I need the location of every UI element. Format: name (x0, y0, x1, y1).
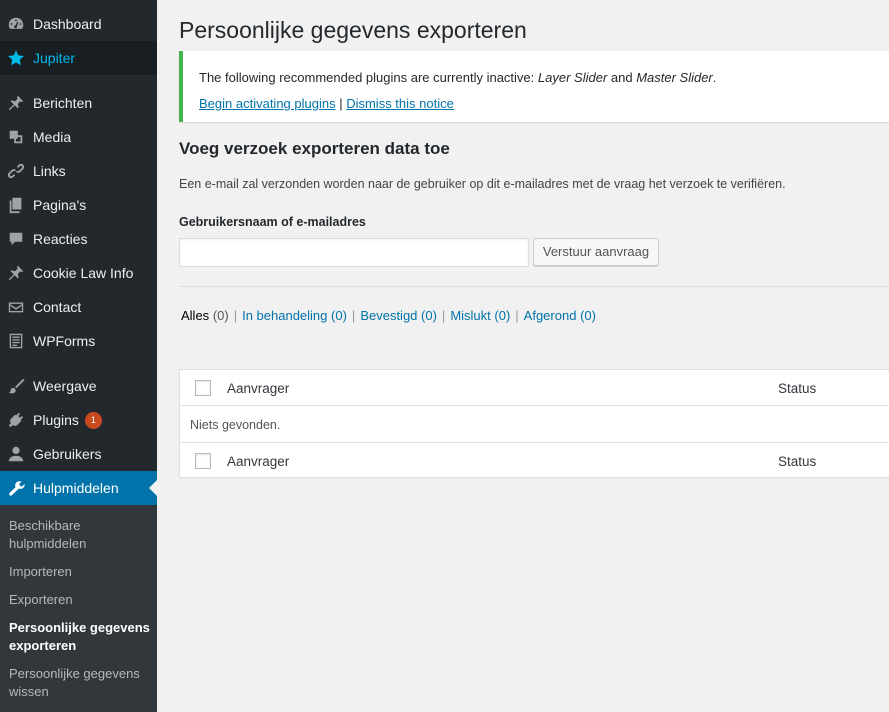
menu-label: Links (33, 163, 66, 179)
filter-completed[interactable]: Afgerond (0) (524, 308, 596, 323)
column-header-status: Status (778, 381, 817, 396)
wrench-icon (6, 478, 26, 498)
menu-label: Hulpmiddelen (33, 480, 119, 496)
notice-links: Begin activating plugins | Dismiss this … (199, 96, 454, 111)
add-export-request-heading: Voeg verzoek exporteren data toe (179, 139, 450, 158)
page-title: Persoonlijke gegevens exporteren (179, 17, 527, 43)
submenu-item-importeren[interactable]: Importeren (9, 563, 154, 581)
pages-icon (6, 195, 26, 215)
menu-item-gebruikers[interactable]: Gebruikers (0, 437, 157, 471)
menu-item-wpforms[interactable]: WPForms (0, 324, 157, 358)
menu-item-contact[interactable]: Contact (0, 290, 157, 324)
menu-label: Dashboard (33, 16, 102, 32)
username-email-label: Gebruikersnaam of e-mailadres (179, 215, 366, 229)
main-content: Persoonlijke gegevens exporteren The fol… (157, 0, 889, 712)
media-icon (6, 127, 26, 147)
plugin-update-count-badge: 1 (84, 411, 102, 429)
menu-item-cookie-law-info[interactable]: Cookie Law Info (0, 256, 157, 290)
menu-item-plugins[interactable]: Plugins 1 (0, 403, 157, 437)
star-icon (6, 48, 26, 68)
submenu-item-beschikbare-hulpmiddelen[interactable]: Beschikbare hulpmiddelen (9, 517, 154, 553)
submenu-item-exporteren[interactable]: Exporteren (9, 591, 154, 609)
menu-item-links[interactable]: Links (0, 154, 157, 188)
begin-activating-plugins-link[interactable]: Begin activating plugins (199, 96, 336, 111)
submenu-item-persoonlijke-gegevens-wissen[interactable]: Persoonlijke gegevens wissen (9, 665, 154, 701)
admin-sidebar: Dashboard Jupiter Berichten Media Links … (0, 0, 157, 712)
link-icon (6, 161, 26, 181)
menu-item-hulpmiddelen[interactable]: Hulpmiddelen (0, 471, 157, 505)
submenu-hulpmiddelen: Beschikbare hulpmiddelen Importeren Expo… (0, 505, 157, 712)
menu-label: Pagina's (33, 197, 87, 213)
menu-item-media[interactable]: Media (0, 120, 157, 154)
table-header-row: Aanvrager Status (180, 370, 889, 406)
mail-icon (6, 297, 26, 317)
select-all-checkbox[interactable] (195, 380, 211, 396)
column-header-requester[interactable]: Aanvrager (227, 381, 289, 396)
menu-label: Contact (33, 299, 82, 315)
menu-item-jupiter[interactable]: Jupiter (0, 41, 157, 75)
menu-label: Plugins (33, 412, 79, 428)
comments-icon (6, 229, 26, 249)
notice-plugin-master-slider: Master Slider (636, 70, 713, 85)
dismiss-notice-link[interactable]: Dismiss this notice (346, 96, 454, 111)
user-icon (6, 444, 26, 464)
send-request-button[interactable]: Verstuur aanvraag (533, 238, 659, 266)
menu-label: Jupiter (33, 50, 76, 66)
brush-icon (6, 376, 26, 396)
table-footer-row: Aanvrager Status (180, 442, 889, 478)
filter-all[interactable]: Alles (0) (181, 308, 229, 323)
filter-confirmed[interactable]: Bevestigd (0) (360, 308, 437, 323)
menu-label: Berichten (33, 95, 93, 111)
submenu-item-persoonlijke-gegevens-exporteren[interactable]: Persoonlijke gegevens exporteren (9, 619, 154, 655)
menu-item-paginas[interactable]: Pagina's (0, 188, 157, 222)
notice-plugin-layer-slider: Layer Slider (537, 70, 608, 85)
filter-pending[interactable]: In behandeling (0) (242, 308, 347, 323)
column-footer-status: Status (778, 454, 817, 469)
divider (179, 286, 889, 287)
plugin-icon (6, 410, 26, 430)
menu-label: Reacties (33, 231, 88, 247)
menu-label: Gebruikers (33, 446, 102, 462)
form-description: Een e-mail zal verzonden worden naar de … (179, 177, 786, 191)
table-row: Niets gevonden. (180, 406, 889, 442)
select-all-checkbox-footer[interactable] (195, 453, 211, 469)
dashboard-icon (6, 14, 26, 34)
requests-table: Aanvrager Status Niets gevonden. Aanvrag… (179, 369, 889, 478)
menu-item-dashboard[interactable]: Dashboard (0, 7, 157, 41)
menu-label: Cookie Law Info (33, 265, 134, 281)
username-email-input[interactable] (179, 238, 529, 267)
empty-message: Niets gevonden. (190, 418, 281, 432)
menu-item-weergave[interactable]: Weergave (0, 369, 157, 403)
menu-label: Media (33, 129, 72, 145)
filter-failed[interactable]: Mislukt (0) (450, 308, 510, 323)
menu-item-berichten[interactable]: Berichten (0, 86, 157, 120)
forms-icon (6, 331, 26, 351)
pin-icon (6, 93, 26, 113)
plugin-notice: The following recommended plugins are cu… (179, 51, 889, 122)
notice-message: The following recommended plugins are cu… (199, 70, 717, 85)
current-menu-arrow (149, 480, 157, 496)
pin-icon (6, 263, 26, 283)
column-footer-requester[interactable]: Aanvrager (227, 454, 289, 469)
menu-item-reacties[interactable]: Reacties (0, 222, 157, 256)
menu-label: Weergave (33, 378, 97, 394)
menu-label: WPForms (33, 333, 96, 349)
status-filter-links: Alles (0) | In behandeling (0) | Bevestigd (… (181, 308, 596, 323)
